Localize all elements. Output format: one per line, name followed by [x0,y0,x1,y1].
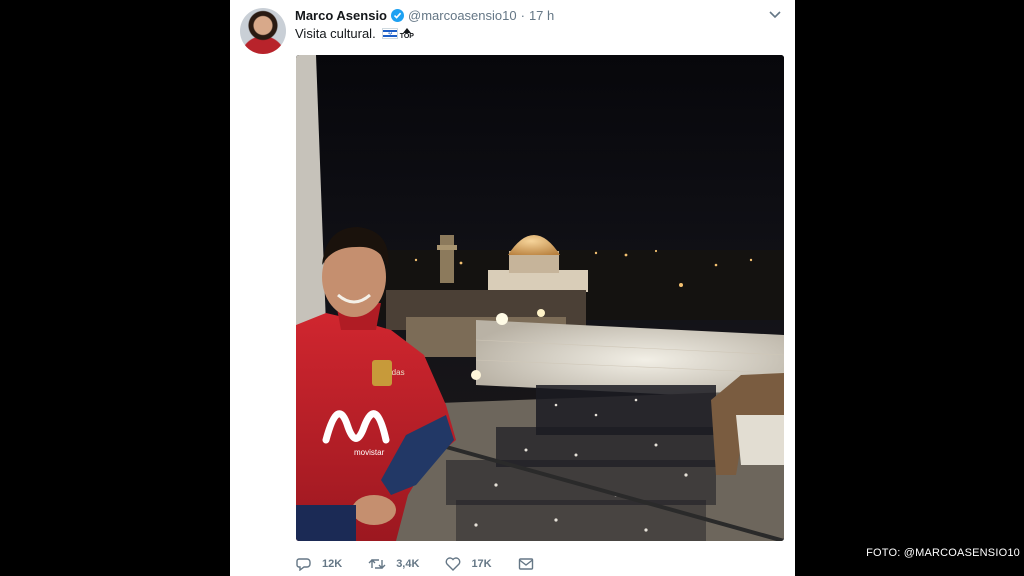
reply-count: 12K [322,558,343,570]
photo-scene: adidas movistar [296,55,784,541]
retweet-count: 3,4K [396,558,420,570]
tweet-photo[interactable]: adidas movistar [296,55,784,541]
verified-badge-icon [391,8,404,22]
tweet-body: Visita cultural. [295,26,376,41]
author-name[interactable]: Marco Asensio [295,8,387,23]
tweet-header: Marco Asensio @marcoasensio10 · 17 h [295,7,554,23]
tweet-text: Visita cultural. ✡ TOP [295,26,414,41]
reply-icon [296,558,311,571]
reply-button[interactable]: 12K [296,557,342,571]
tweet-actions: 12K 3,4K 17K [296,556,570,572]
separator: · [520,7,525,23]
like-icon [446,557,461,571]
retweet-icon [368,559,386,569]
photo-credit: FOTO: @MARCOASENSIO10 [866,547,1020,559]
message-button[interactable] [518,557,544,571]
retweet-button[interactable]: 3,4K [368,557,419,571]
like-button[interactable]: 17K [445,557,492,571]
shirt-text: movistar [354,448,385,457]
like-count: 17K [471,558,492,570]
top-arrow-emoji-icon: TOP [399,27,414,40]
tweet-card: Marco Asensio @marcoasensio10 · 17 h Vis… [230,0,795,576]
timestamp[interactable]: 17 h [529,8,554,23]
israel-flag-icon: ✡ [381,28,398,39]
message-icon [518,558,533,570]
top-emoji-label: TOP [399,32,414,40]
avatar[interactable] [240,8,286,54]
author-handle[interactable]: @marcoasensio10 [408,8,517,23]
chevron-down-icon[interactable] [768,9,782,19]
